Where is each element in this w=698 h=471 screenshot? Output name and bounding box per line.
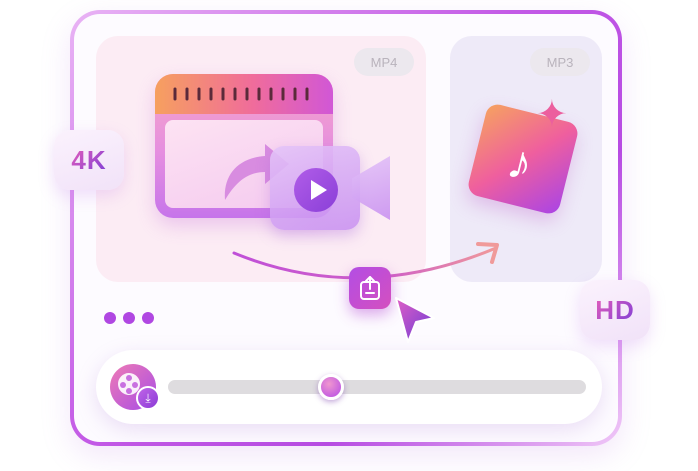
resolution-4k-label: 4K	[71, 144, 107, 175]
play-icon	[294, 168, 338, 212]
download-arrow-icon: ⤓	[136, 386, 160, 410]
mp4-format-badge: MP4	[354, 48, 414, 76]
dot	[142, 312, 154, 324]
more-options-dots[interactable]	[104, 312, 154, 324]
progress-thumb[interactable]	[318, 374, 345, 400]
dot	[123, 312, 135, 324]
cursor-icon	[395, 297, 435, 343]
mp3-format-badge: MP3	[530, 48, 590, 76]
film-strip-ticks	[173, 87, 309, 101]
export-button[interactable]	[349, 267, 391, 309]
sparkle-icon: ✦	[536, 94, 568, 136]
progress-track[interactable]	[168, 380, 586, 394]
resolution-4k-badge: 4K	[54, 130, 124, 190]
dot	[104, 312, 116, 324]
export-icon	[360, 276, 380, 300]
clapper-film-strip	[155, 74, 333, 114]
resolution-hd-badge: HD	[580, 280, 650, 340]
resolution-hd-label: HD	[595, 294, 635, 325]
